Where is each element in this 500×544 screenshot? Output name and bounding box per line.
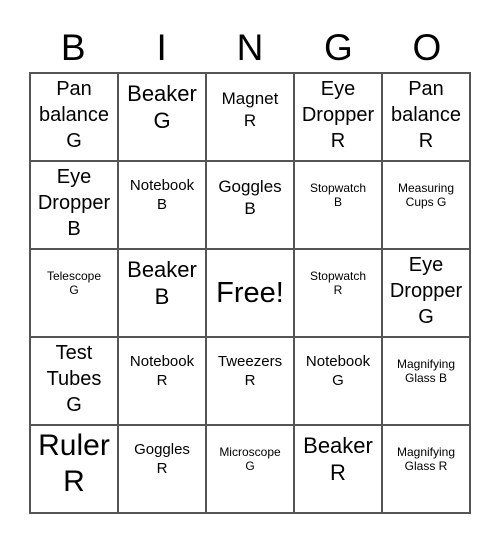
bingo-cell[interactable]: Test Tubes G xyxy=(30,337,118,425)
bingo-cell[interactable]: Telescope G xyxy=(30,249,118,337)
cell-label: Ruler R xyxy=(38,429,110,498)
cell-label: Magnet R xyxy=(221,89,279,130)
bingo-cell[interactable]: Measuring Cups G xyxy=(382,161,470,249)
cell-label: Test Tubes G xyxy=(46,342,102,416)
free-space-cell[interactable]: Free! xyxy=(206,249,294,337)
bingo-cell[interactable]: Pan balance R xyxy=(382,73,470,161)
cell-label: Free! xyxy=(216,276,284,309)
bingo-cell[interactable]: Goggles B xyxy=(206,161,294,249)
cell-label: Beaker R xyxy=(303,433,373,485)
header-letter-i: I xyxy=(156,27,167,68)
cell-label: Pan balance R xyxy=(390,78,462,152)
cell-label: Measuring Cups G xyxy=(397,181,455,209)
bingo-cell[interactable]: Stopwatch R xyxy=(294,249,382,337)
cell-label: Notebook R xyxy=(129,353,195,389)
cell-label: Tweezers R xyxy=(217,353,283,389)
cell-label: Beaker B xyxy=(127,257,197,309)
cell-label: Eye Dropper B xyxy=(37,166,111,240)
bingo-cell[interactable]: Eye Dropper B xyxy=(30,161,118,249)
cell-label: Pan balance G xyxy=(38,78,110,152)
cell-label: Notebook B xyxy=(129,177,195,213)
bingo-cell[interactable]: Magnet R xyxy=(206,73,294,161)
bingo-cell[interactable]: Pan balance G xyxy=(30,73,118,161)
bingo-cell[interactable]: Eye Dropper G xyxy=(382,249,470,337)
cell-label: Beaker G xyxy=(127,81,197,133)
bingo-cell[interactable]: Stopwatch B xyxy=(294,161,382,249)
bingo-cell[interactable]: Goggles R xyxy=(118,425,206,513)
cell-label: Goggles R xyxy=(134,441,190,477)
cell-label: Magnifying Glass R xyxy=(396,445,456,473)
bingo-cell[interactable]: Beaker B xyxy=(118,249,206,337)
header-letter-n: N xyxy=(236,27,264,68)
bingo-header: B I N G O xyxy=(29,24,471,72)
header-letter-g: G xyxy=(324,27,353,68)
bingo-cell[interactable]: Notebook B xyxy=(118,161,206,249)
cell-label: Eye Dropper G xyxy=(389,254,463,328)
bingo-cell[interactable]: Notebook R xyxy=(118,337,206,425)
bingo-cell[interactable]: Magnifying Glass B xyxy=(382,337,470,425)
bingo-cell[interactable]: Microscope G xyxy=(206,425,294,513)
cell-label: Stopwatch R xyxy=(309,269,367,297)
bingo-cell[interactable]: Notebook G xyxy=(294,337,382,425)
bingo-cell[interactable]: Tweezers R xyxy=(206,337,294,425)
cell-label: Stopwatch B xyxy=(309,181,367,209)
bingo-grid: Pan balance G Beaker G Magnet R Eye Dropper… xyxy=(29,72,471,514)
header-letter-o: O xyxy=(412,27,442,68)
cell-label: Goggles B xyxy=(218,177,282,218)
header-letter-b: B xyxy=(60,27,86,68)
cell-label: Notebook G xyxy=(305,353,371,389)
bingo-cell[interactable]: Ruler R xyxy=(30,425,118,513)
bingo-cell[interactable]: Eye Dropper R xyxy=(294,73,382,161)
bingo-cell[interactable]: Beaker R xyxy=(294,425,382,513)
bingo-cell[interactable]: Beaker G xyxy=(118,73,206,161)
cell-label: Microscope G xyxy=(219,445,281,473)
bingo-cell[interactable]: Magnifying Glass R xyxy=(382,425,470,513)
cell-label: Telescope G xyxy=(46,269,102,297)
cell-label: Eye Dropper R xyxy=(301,78,375,152)
cell-label: Magnifying Glass B xyxy=(396,357,456,385)
